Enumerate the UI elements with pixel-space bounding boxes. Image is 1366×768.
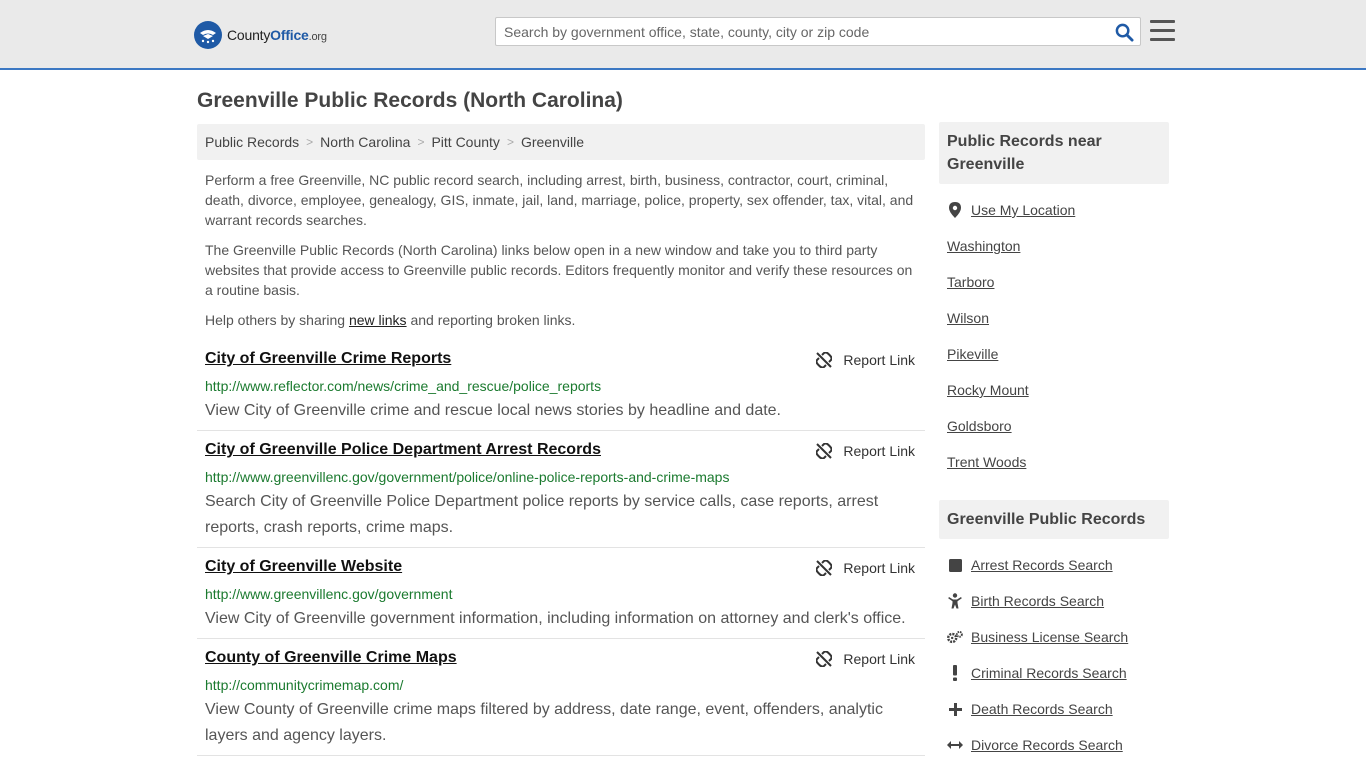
record-title-link[interactable]: City of Greenville Website: [205, 558, 402, 576]
intro-paragraph-1: Perform a free Greenville, NC public rec…: [205, 172, 914, 228]
death-records-link[interactable]: Death Records Search: [947, 701, 1113, 717]
search-icon: [1115, 23, 1134, 42]
logo-seal-icon: [194, 21, 222, 49]
broken-link-icon: [816, 352, 833, 368]
record-item: City of Greenville Crime Reports Report …: [197, 350, 925, 431]
report-link-button[interactable]: Report Link: [816, 651, 915, 667]
logo-text: CountyOffice.org: [227, 27, 327, 43]
broken-link-icon: [816, 443, 833, 459]
nearby-link-rocky-mount[interactable]: Rocky Mount: [947, 382, 1029, 398]
square-icon: [947, 557, 963, 573]
plus-icon: [947, 701, 963, 717]
record-title-link[interactable]: City of Greenville Crime Reports: [205, 350, 451, 368]
divorce-records-link[interactable]: Divorce Records Search: [947, 737, 1123, 753]
arrest-records-link[interactable]: Arrest Records Search: [947, 557, 1113, 573]
nearby-link-pikeville[interactable]: Pikeville: [947, 346, 998, 362]
breadcrumb-greenville[interactable]: Greenville: [521, 134, 584, 150]
record-item: City of Greenville Website Report Link h…: [197, 558, 925, 639]
page-title: Greenville Public Records (North Carolin…: [197, 89, 623, 112]
nearby-link-wilson[interactable]: Wilson: [947, 310, 989, 326]
record-url: http://www.greenvillenc.gov/government/p…: [205, 469, 730, 485]
record-description: View City of Greenville government infor…: [205, 610, 906, 627]
report-link-button[interactable]: Report Link: [816, 443, 915, 459]
breadcrumb-north-carolina[interactable]: North Carolina: [320, 134, 410, 150]
breadcrumb-pitt-county[interactable]: Pitt County: [431, 134, 499, 150]
arrows-h-icon: [947, 737, 963, 753]
use-my-location-link[interactable]: Use My Location: [947, 202, 1075, 218]
child-icon: [947, 593, 963, 609]
search-button[interactable]: [1114, 22, 1134, 42]
record-item: City of Greenville Police Department Arr…: [197, 441, 925, 548]
record-title-link[interactable]: City of Greenville Police Department Arr…: [205, 441, 601, 459]
broken-link-icon: [816, 560, 833, 576]
broken-link-icon: [816, 651, 833, 667]
exclamation-icon: [947, 665, 963, 681]
record-title-link[interactable]: County of Greenville Crime Maps: [205, 649, 457, 667]
nearby-link-washington[interactable]: Washington: [947, 238, 1020, 254]
sidebar-nearby-title: Public Records near Greenville: [939, 122, 1169, 184]
record-url: http://www.reflector.com/news/crime_and_…: [205, 378, 602, 394]
breadcrumb-separator-icon: >: [417, 135, 425, 149]
record-description: Search City of Greenville Police Departm…: [205, 493, 879, 536]
site-logo[interactable]: CountyOffice.org: [194, 20, 327, 50]
nearby-link-tarboro[interactable]: Tarboro: [947, 274, 994, 290]
sidebar-records-title: Greenville Public Records: [939, 500, 1169, 539]
gears-icon: [947, 629, 963, 645]
record-item: County of Greenville Crime Maps Report L…: [197, 649, 925, 756]
map-marker-icon: [947, 202, 963, 218]
new-links-link[interactable]: new links: [349, 312, 407, 328]
breadcrumb-public-records[interactable]: Public Records: [205, 134, 299, 150]
breadcrumb: Public Records > North Carolina > Pitt C…: [197, 124, 925, 160]
search-input[interactable]: [496, 18, 1106, 45]
report-link-button[interactable]: Report Link: [816, 352, 915, 368]
breadcrumb-separator-icon: >: [306, 135, 314, 149]
record-description: View City of Greenville crime and rescue…: [205, 402, 781, 419]
criminal-records-link[interactable]: Criminal Records Search: [947, 665, 1127, 681]
hamburger-menu-icon[interactable]: [1150, 20, 1175, 42]
search-box: [495, 17, 1141, 46]
report-link-button[interactable]: Report Link: [816, 560, 915, 576]
record-description: View County of Greenville crime maps fil…: [205, 701, 883, 744]
nearby-link-goldsboro[interactable]: Goldsboro: [947, 418, 1012, 434]
record-url: http://communitycrimemap.com/: [205, 677, 404, 693]
breadcrumb-separator-icon: >: [506, 135, 514, 149]
record-url: http://www.greenvillenc.gov/government: [205, 586, 453, 602]
nearby-link-trent-woods[interactable]: Trent Woods: [947, 454, 1026, 470]
top-header: CountyOffice.org: [0, 0, 1366, 70]
intro-paragraph-2: The Greenville Public Records (North Car…: [205, 242, 913, 298]
birth-records-link[interactable]: Birth Records Search: [947, 593, 1104, 609]
business-license-link[interactable]: Business License Search: [947, 629, 1128, 645]
intro-paragraph-3: Help others by sharing new links and rep…: [205, 312, 576, 328]
